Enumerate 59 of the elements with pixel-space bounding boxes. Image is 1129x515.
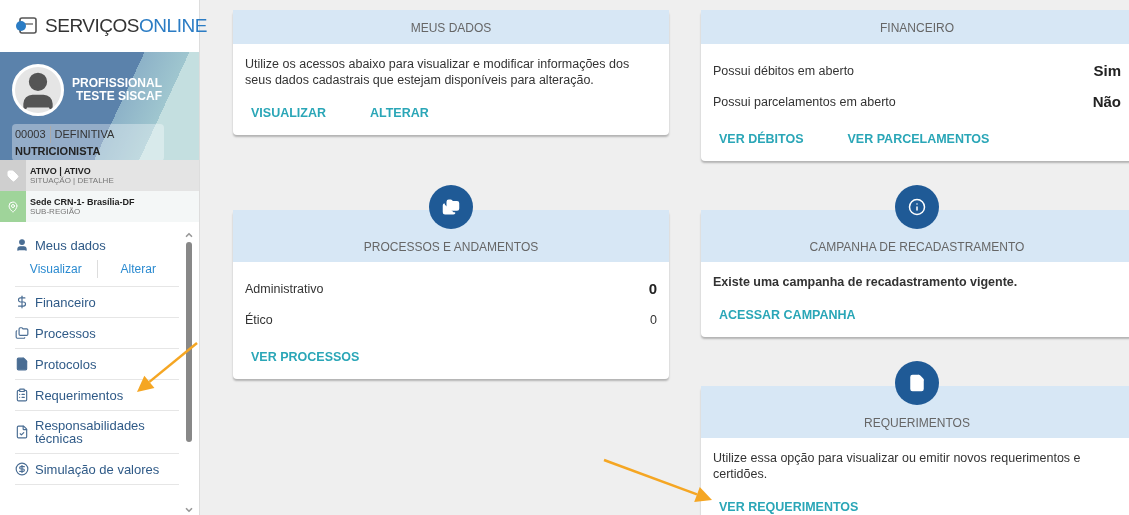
row-label: Possui débitos em aberto <box>713 63 855 81</box>
row-value: 0 <box>650 311 657 329</box>
info-icon <box>908 197 926 216</box>
row-label: Ético <box>245 311 273 329</box>
status-value: ATIVO | ATIVO <box>30 165 92 176</box>
folders-icon <box>15 326 29 340</box>
card-link[interactable]: VER DÉBITOS <box>713 130 810 149</box>
row-label: Possui parcelamentos em aberto <box>713 94 896 112</box>
card-link[interactable]: VISUALIZAR <box>245 104 332 123</box>
scroll-down-icon[interactable] <box>184 505 194 515</box>
logo-text: SERVIÇOSONLINE <box>45 13 207 38</box>
avatar <box>12 64 64 116</box>
clipboard-icon <box>15 388 29 402</box>
menu-item[interactable]: Requerimentos <box>15 388 179 402</box>
scrollbar[interactable] <box>183 230 195 515</box>
card-title: REQUERIMENTOS <box>864 415 970 430</box>
tag-icon <box>7 169 19 182</box>
menu-item[interactable]: Responsabilidades técnicas <box>15 419 179 445</box>
row-label: Administrativo <box>245 280 324 298</box>
region-label: SUB-REGIÃO <box>30 206 82 217</box>
card-link[interactable]: ALTERAR <box>364 104 435 123</box>
scroll-up-icon[interactable] <box>184 230 194 240</box>
location-pin-icon <box>7 200 19 213</box>
document-icon <box>15 357 29 371</box>
status-label: SITUAÇÃO | DETALHE <box>30 175 114 186</box>
card-title: CAMPANHA DE RECADASTRAMENTO <box>809 239 1025 254</box>
card-link[interactable]: ACESSAR CAMPANHA <box>713 305 862 325</box>
menu-item[interactable]: Simulação de valores <box>15 462 179 476</box>
profile-name: PROFISSIONAL TESTE SISCAF <box>72 77 162 103</box>
profile-number: 00003 <box>15 127 46 142</box>
row-value: Sim <box>1093 61 1121 82</box>
card-title: PROCESSOS E ANDAMENTOS <box>363 239 539 254</box>
document-icon <box>908 373 926 392</box>
menu-item[interactable]: Processos <box>15 326 179 340</box>
row-value: 0 <box>648 279 657 299</box>
card-link[interactable]: VER PROCESSOS <box>245 347 366 367</box>
card-title: MEUS DADOS <box>410 21 492 35</box>
profile-profession: NUTRICIONISTA <box>15 143 102 159</box>
menu-sublink[interactable]: Visualizar <box>15 260 97 278</box>
card-description: Utilize os acessos abaixo para visualizar e modificar informações dos seus dados cadastrais que estejam disponíveis para alteração. <box>245 56 631 88</box>
annotation-arrow <box>137 342 198 392</box>
card-link[interactable]: VER PARCELAMENTOS <box>841 130 996 149</box>
dollar-icon <box>15 295 29 309</box>
card-link[interactable]: VER REQUERIMENTOS <box>713 497 865 515</box>
card-title: FINANCEIRO <box>880 21 954 35</box>
profile-registration: DEFINITIVA <box>54 127 115 142</box>
logo-icon <box>15 17 37 35</box>
menu-item[interactable]: Financeiro <box>15 295 179 309</box>
card-description: Utilize essa opção para visualizar ou emitir novos requerimentos e certidões. <box>713 449 1082 482</box>
region-value: Sede CRN-1- Brasília-DF <box>30 196 135 207</box>
user-icon <box>15 238 29 252</box>
card-description: Existe uma campanha de recadastramento vigente. <box>713 273 1019 290</box>
document-check-icon <box>15 425 29 439</box>
menu-item[interactable]: Meus dados <box>15 238 179 252</box>
row-value: Não <box>1092 92 1121 113</box>
coin-icon <box>15 462 29 476</box>
menu-sublink[interactable]: Alterar <box>96 260 179 278</box>
menu-item[interactable]: Protocolos <box>15 357 179 371</box>
folders-icon <box>442 197 460 216</box>
